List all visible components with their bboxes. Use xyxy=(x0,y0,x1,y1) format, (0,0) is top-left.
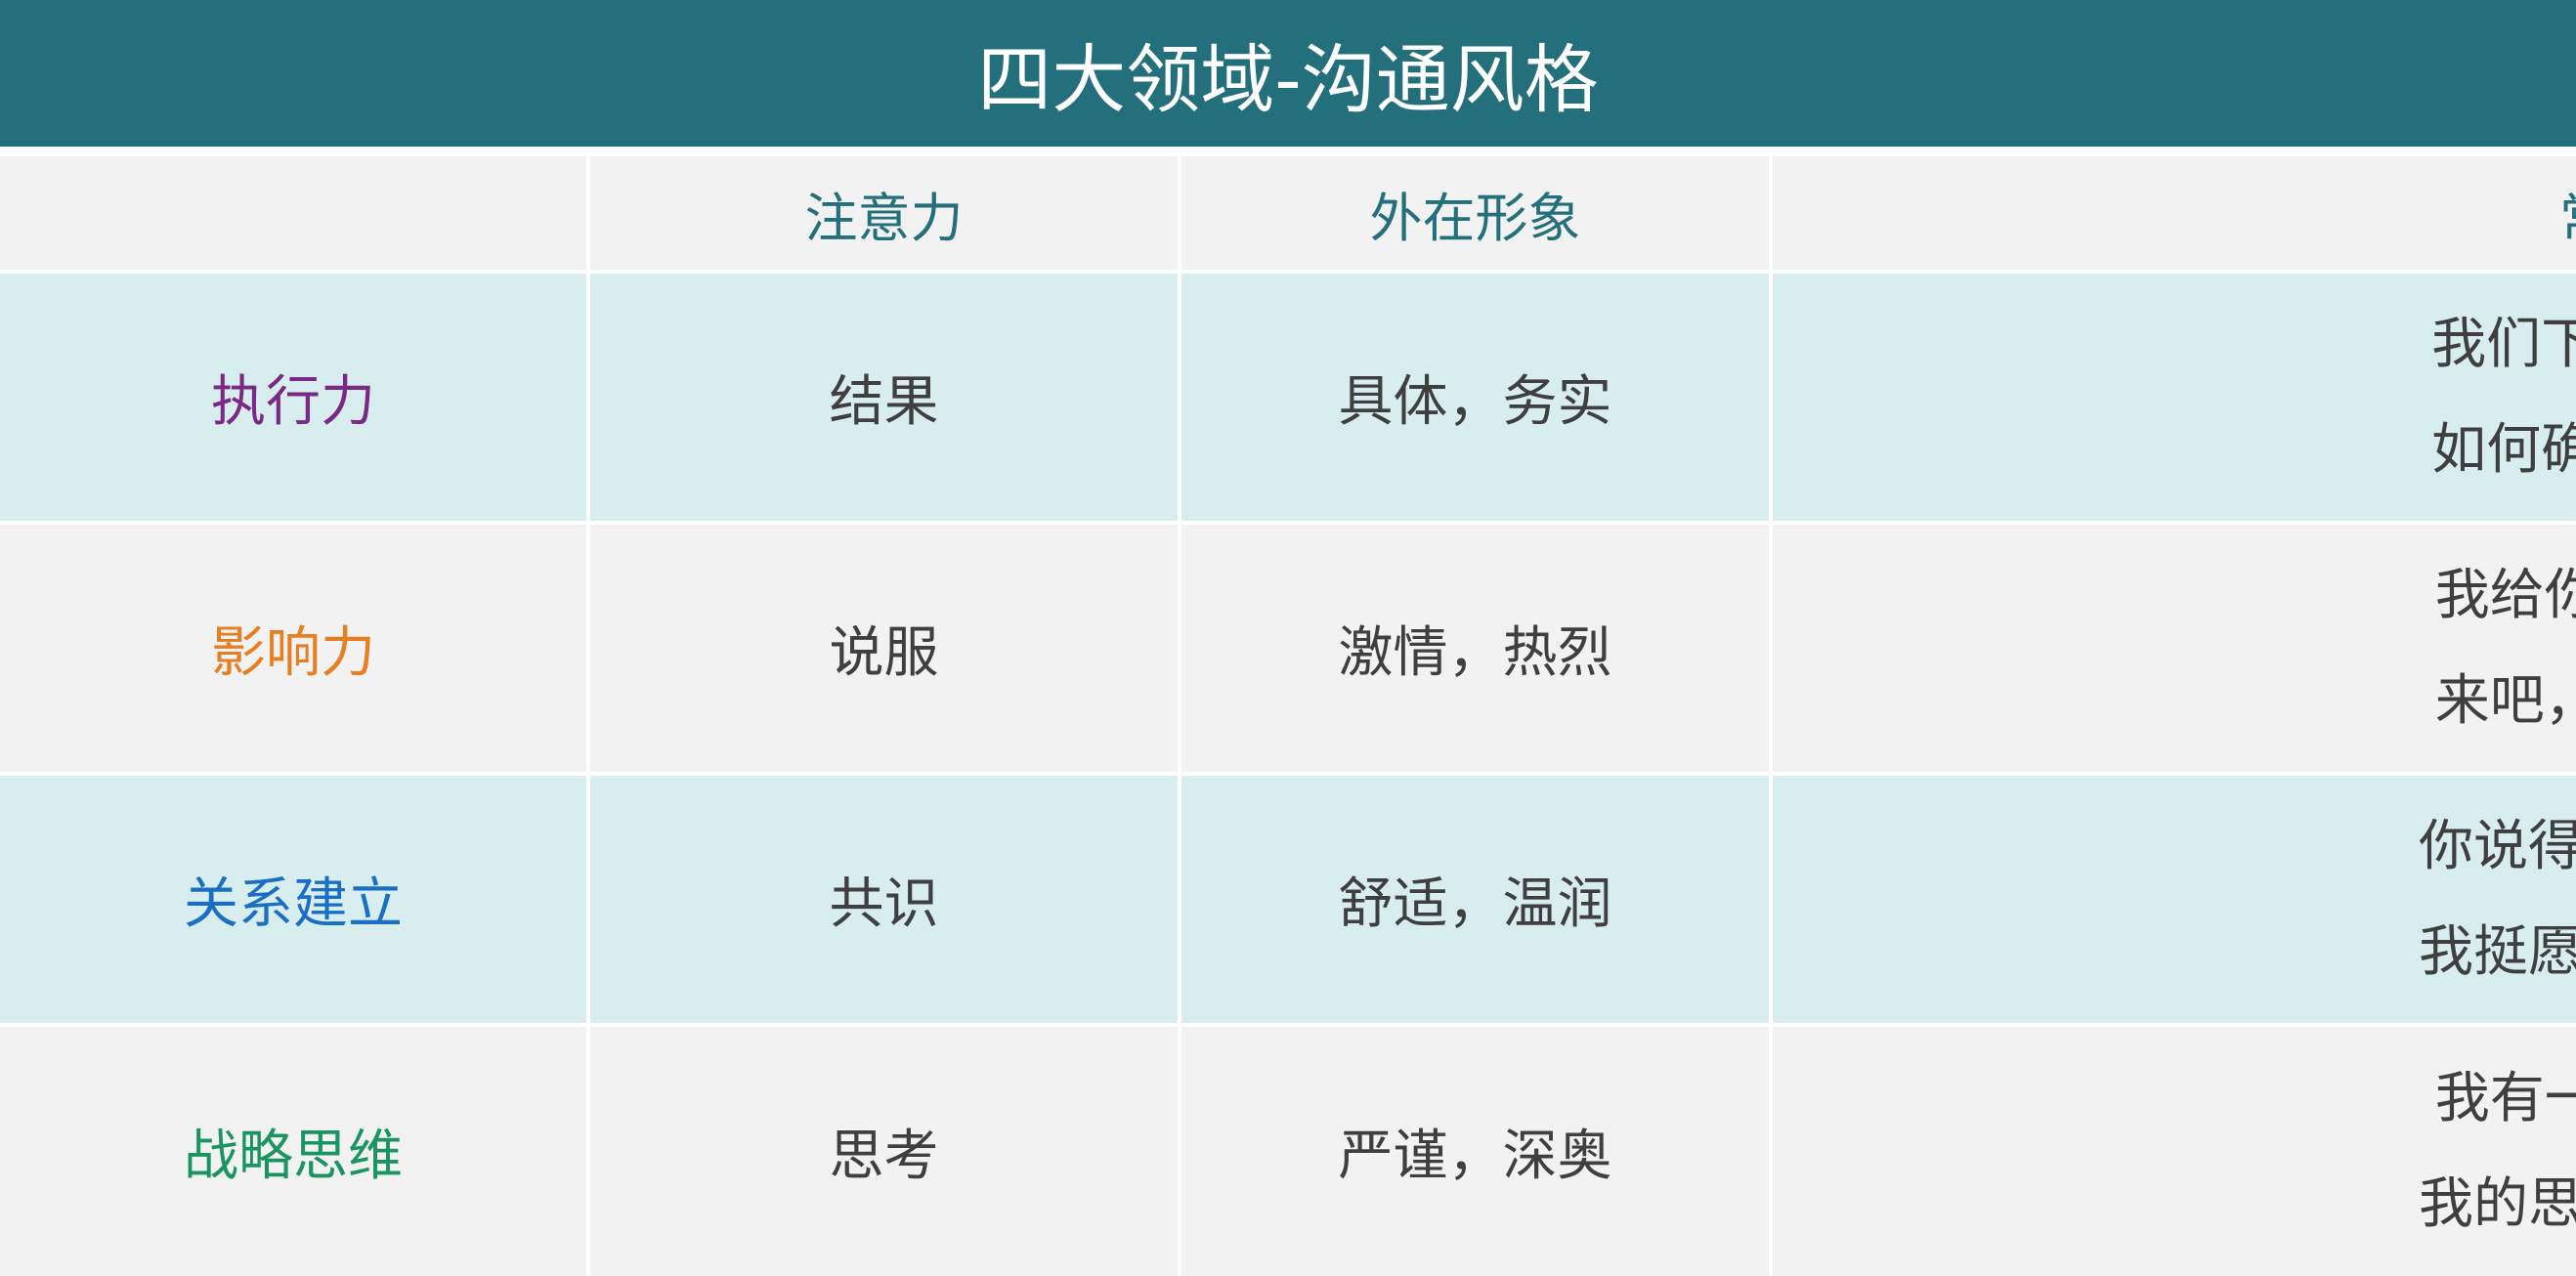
image-cell: 舒适，温润 xyxy=(1181,776,1769,1023)
phrases-cell: 我有一个不同看法! 我的思路是这样的。 xyxy=(1773,1027,2576,1276)
focus-cell: 结果 xyxy=(590,274,1178,521)
header-cell-image: 外在形象 xyxy=(1181,156,1769,270)
communication-style-table: 注意力 外在形象 常见话语 执行力 结果 具体，务实 我们下一步怎么做? 如何确… xyxy=(0,156,2576,1276)
phrase: 我们下一步怎么做? xyxy=(2431,312,2576,376)
page-title: 四大领域-沟通风格 xyxy=(977,36,1599,123)
header-cell-blank xyxy=(0,156,586,270)
focus-cell: 共识 xyxy=(590,776,1178,1023)
phrase: 我给你们讲个故事! xyxy=(2434,563,2576,627)
title-bar: 四大领域-沟通风格 xyxy=(0,0,2576,147)
image-cell: 激情，热烈 xyxy=(1181,525,1769,772)
phrase: 我挺愿意支持你的。 xyxy=(2419,919,2576,984)
domain-label-execution: 执行力 xyxy=(0,274,586,521)
domain-label-influence: 影响力 xyxy=(0,525,586,772)
phrase: 你说得挺有道理的。 xyxy=(2419,814,2576,878)
image-cell: 严谨，深奥 xyxy=(1181,1027,1769,1276)
domain-label-relationship: 关系建立 xyxy=(0,776,586,1023)
focus-cell: 思考 xyxy=(590,1027,1178,1276)
phrase: 我有一个不同看法! xyxy=(2434,1066,2576,1130)
phrases-cell: 你说得挺有道理的。 我挺愿意支持你的。 xyxy=(1773,776,2576,1023)
header-cell-phrases: 常见话语 xyxy=(1773,156,2576,270)
focus-cell: 说服 xyxy=(590,525,1178,772)
phrases-cell: 我给你们讲个故事! 来吧，加入我们吧! xyxy=(1773,525,2576,772)
phrase: 我的思路是这样的。 xyxy=(2419,1171,2576,1236)
phrase: 如何确保事情完成? xyxy=(2431,417,2576,482)
phrases-cell: 我们下一步怎么做? 如何确保事情完成? xyxy=(1773,274,2576,521)
image-cell: 具体，务实 xyxy=(1181,274,1769,521)
header-cell-focus: 注意力 xyxy=(590,156,1178,270)
phrase: 来吧，加入我们吧! xyxy=(2434,668,2576,733)
domain-label-strategic: 战略思维 xyxy=(0,1027,586,1276)
